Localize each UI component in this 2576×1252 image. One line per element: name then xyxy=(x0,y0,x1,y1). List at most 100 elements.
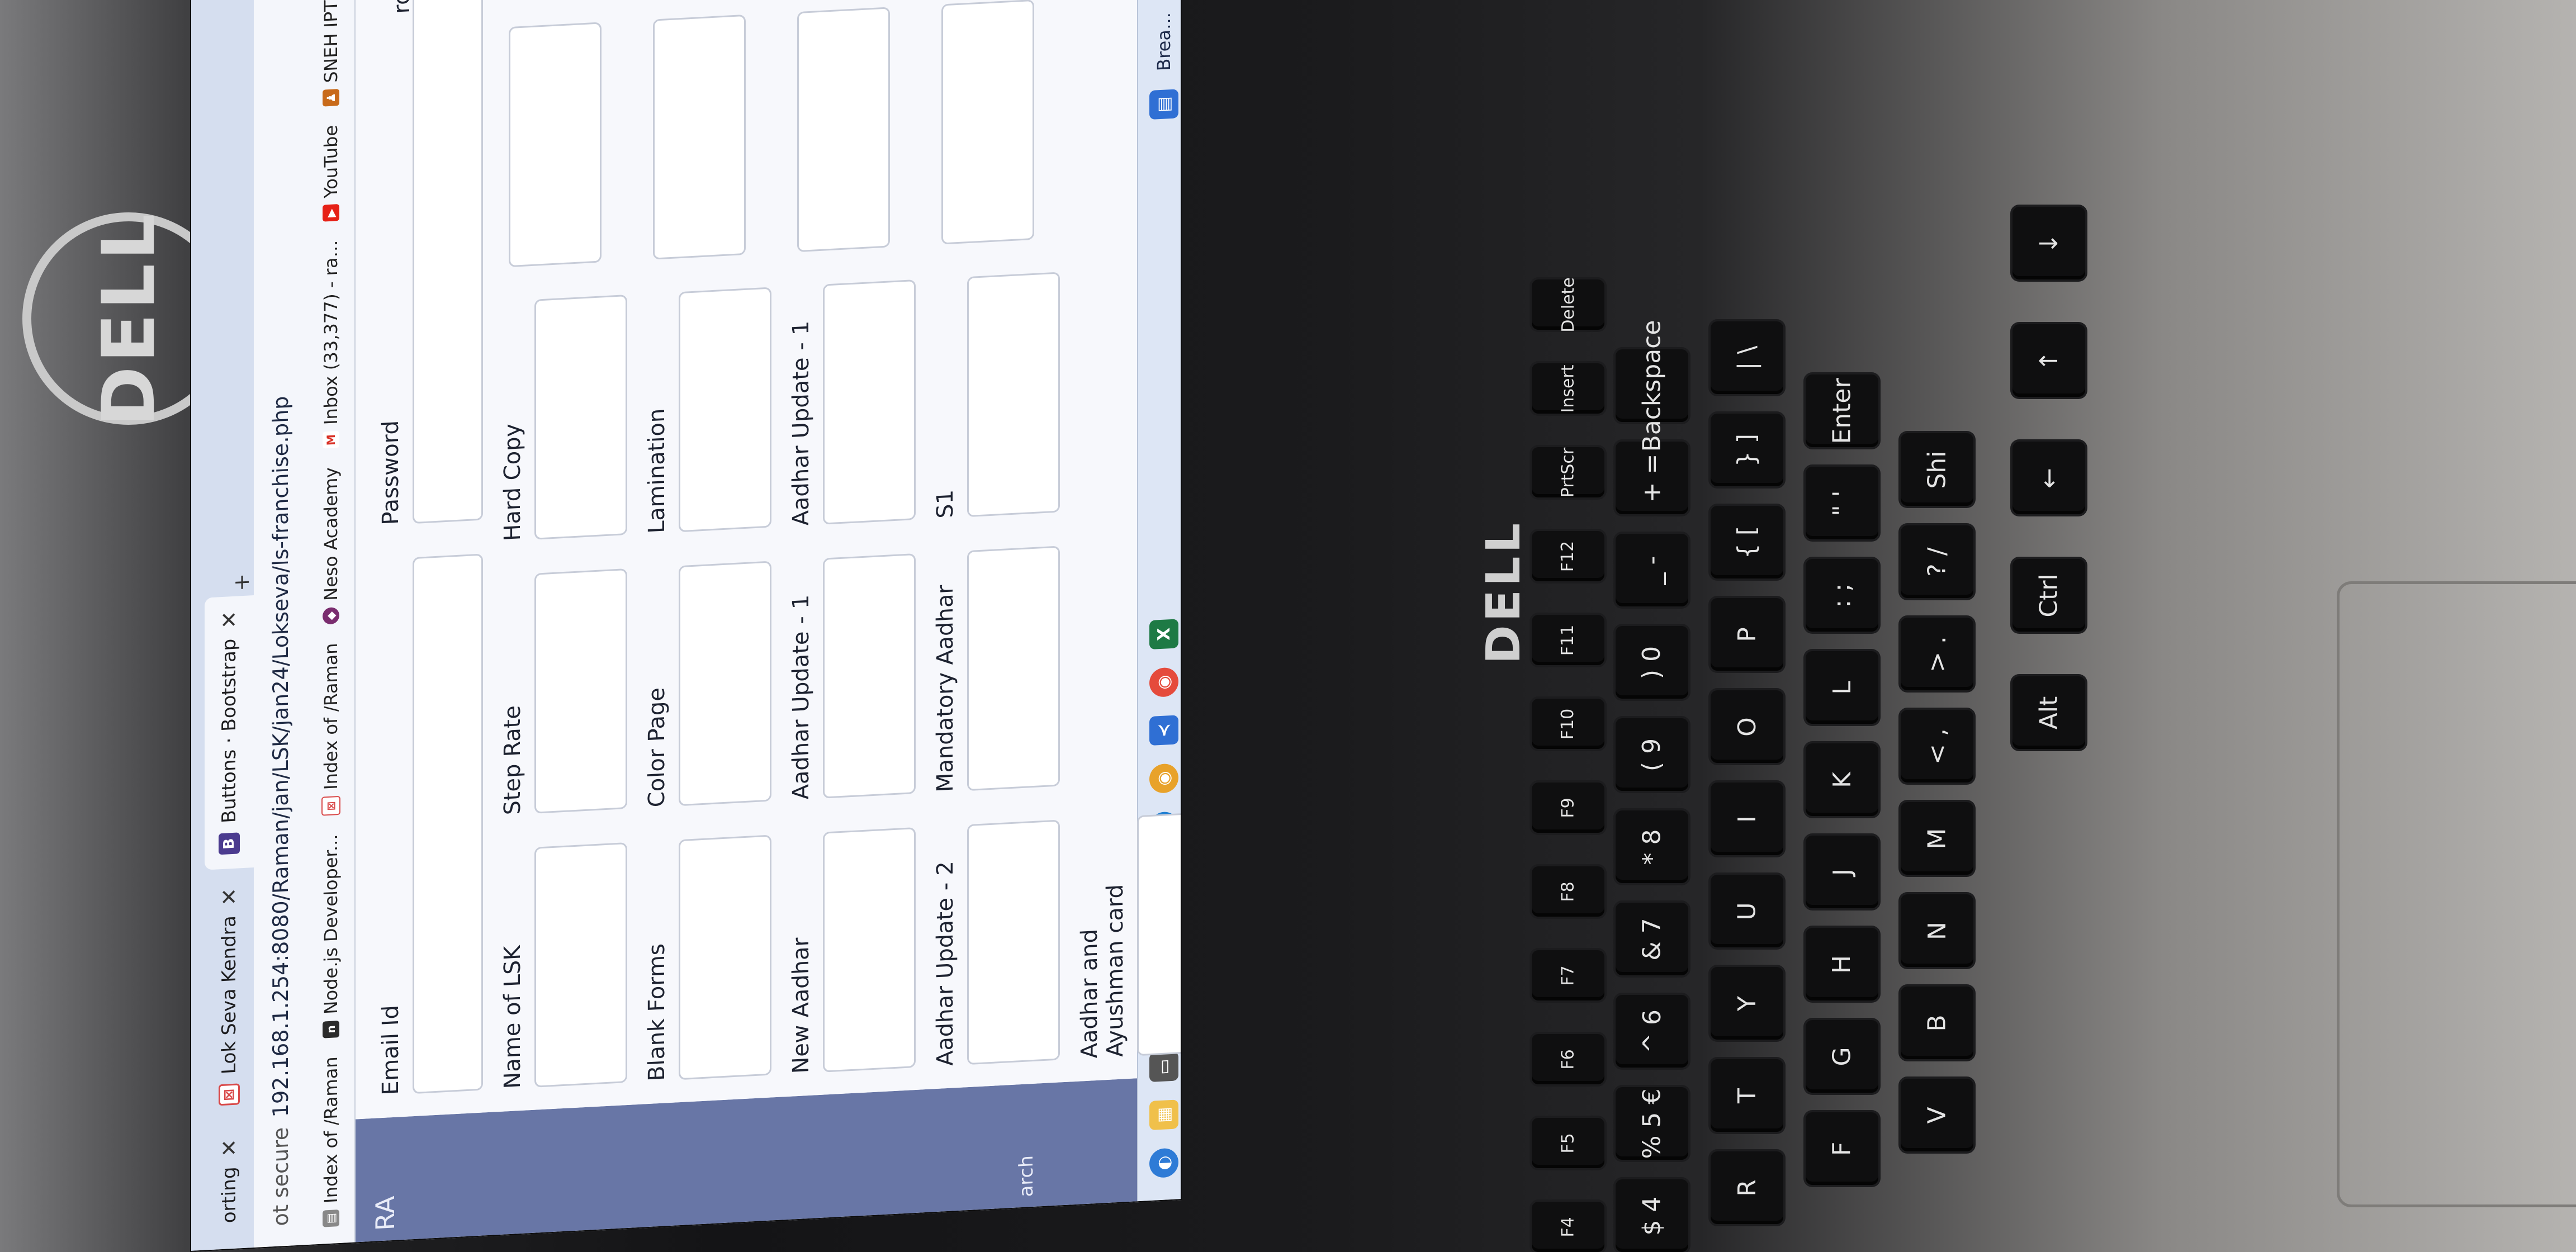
keyboard-key[interactable]: ) 0 xyxy=(1616,626,1688,699)
keyboard-key[interactable]: ↑ xyxy=(2012,324,2085,397)
task-view-icon[interactable]: ▭ xyxy=(1149,1051,1178,1083)
close-icon[interactable]: ✕ xyxy=(217,1139,242,1158)
keyboard-key[interactable]: H xyxy=(1806,928,1878,1000)
search-icon[interactable]: ◐ xyxy=(1149,1147,1178,1179)
keyboard-key[interactable]: O xyxy=(1711,690,1783,763)
touchpad[interactable] xyxy=(2337,581,2576,1207)
form-input[interactable] xyxy=(653,14,746,260)
keyboard-key[interactable]: | \ xyxy=(1711,321,1783,394)
bookmark-item[interactable]: ♟ SNEH IPTV xyxy=(320,0,342,107)
keyboard-key[interactable]: F11 xyxy=(1532,615,1604,665)
keyboard-key[interactable]: G xyxy=(1806,1020,1878,1093)
tab-lok-seva-kendra[interactable]: ⊠ Lok Seva Kendra ✕ xyxy=(205,872,254,1121)
keyboard-key[interactable]: % 5 € xyxy=(1616,1087,1688,1160)
security-indicator[interactable]: ot secure xyxy=(268,1127,293,1227)
form-input[interactable] xyxy=(823,279,916,525)
keyboard-key[interactable]: U xyxy=(1711,875,1783,947)
bookmark-item[interactable]: ◆ Neso Academy xyxy=(320,467,342,625)
keyboard-key[interactable]: F12 xyxy=(1532,531,1604,581)
bookmark-item[interactable]: M Inbox (33,377) - ra... xyxy=(320,240,342,449)
keyboard-key[interactable]: : ; xyxy=(1806,559,1878,632)
keyboard-key[interactable]: M xyxy=(1901,802,1973,875)
form-input[interactable] xyxy=(679,287,771,533)
keyboard-key[interactable]: L xyxy=(1806,651,1878,724)
form-input[interactable] xyxy=(509,22,602,268)
keyboard-key[interactable]: J xyxy=(1806,836,1878,908)
keyboard-key[interactable]: ( 9 xyxy=(1616,718,1688,791)
keyboard-key[interactable]: Ctrl xyxy=(2012,559,2085,632)
keyboard-key[interactable]: " ' xyxy=(1806,467,1878,539)
keyboard-key[interactable]: Shi xyxy=(1901,433,1973,506)
keyboard-key[interactable]: F10 xyxy=(1532,699,1604,749)
form-input[interactable] xyxy=(967,819,1060,1065)
photo-scene: DELL orting ✕ ⊠ Lok Seva Kendra ✕ B Butt… xyxy=(0,0,2576,1252)
keyboard-key[interactable]: _ - xyxy=(1616,534,1688,606)
close-icon[interactable]: ✕ xyxy=(217,887,242,906)
keyboard-key[interactable]: Enter xyxy=(1806,374,1878,447)
keyboard-key[interactable]: & 7 xyxy=(1616,903,1688,975)
form-input[interactable] xyxy=(967,272,1060,518)
keyboard-key[interactable]: Insert xyxy=(1532,363,1604,414)
keyboard-key[interactable]: F7 xyxy=(1532,950,1604,1000)
keyboard-key[interactable]: I xyxy=(1711,782,1783,855)
new-tab-button[interactable]: + xyxy=(229,573,254,592)
keyboard-key[interactable]: B xyxy=(1901,987,1973,1059)
keyboard-key[interactable]: F8 xyxy=(1532,866,1604,917)
form-input[interactable] xyxy=(679,834,771,1080)
keyboard-key[interactable]: ↓ xyxy=(2012,207,2085,279)
form-input[interactable] xyxy=(679,561,771,807)
form-input[interactable] xyxy=(823,827,916,1073)
tab-reporting[interactable]: orting ✕ xyxy=(205,1123,254,1239)
form-input[interactable] xyxy=(534,842,627,1088)
widgets-icon[interactable]: ▦ xyxy=(1149,1099,1178,1131)
keyboard-key[interactable]: ? / xyxy=(1901,525,1973,598)
keyboard-key[interactable]: V xyxy=(1901,1079,1973,1151)
form-input[interactable] xyxy=(797,7,890,253)
keyboard-key[interactable]: Y xyxy=(1711,967,1783,1040)
keyboard-key[interactable]: R xyxy=(1711,1151,1783,1224)
email-field[interactable] xyxy=(413,553,483,1094)
bookmark-item[interactable]: ▶ YouTube xyxy=(320,125,342,222)
keyboard-key[interactable]: PrtScr xyxy=(1532,447,1604,497)
keyboard-key[interactable]: F4 xyxy=(1532,1202,1604,1252)
bookmark-item[interactable]: ⊠ Index of /Raman xyxy=(320,643,342,816)
password-field-group: Password xyxy=(378,0,483,525)
bookmark-item[interactable]: n Node.js Developer... xyxy=(320,834,342,1038)
keyboard-key[interactable]: P xyxy=(1711,598,1783,671)
keyboard-key[interactable]: ^ 6 xyxy=(1616,995,1688,1068)
form-input[interactable] xyxy=(823,553,916,799)
keyboard-key[interactable]: < , xyxy=(1901,710,1973,782)
keyboard-key[interactable]: Delete xyxy=(1532,277,1604,332)
password-field[interactable] xyxy=(413,0,483,524)
url-text[interactable]: 192.168.1.254:8080/Raman/jan/LSK/jan24/L… xyxy=(268,396,293,1118)
keyboard-key[interactable]: Alt xyxy=(2012,676,2085,749)
keyboard-key[interactable]: Backspace xyxy=(1616,320,1688,452)
keyboard-key[interactable]: F6 xyxy=(1532,1034,1604,1084)
keyboard-key[interactable]: $ 4 xyxy=(1616,1179,1688,1252)
tab-buttons-bootstrap[interactable]: B Buttons · Bootstrap ✕ xyxy=(205,595,254,870)
keyboard-key[interactable]: { [ xyxy=(1711,506,1783,578)
address-bar[interactable]: ot secure 192.168.1.254:8080/Raman/jan/L… xyxy=(254,0,307,1248)
keyboard-key[interactable]: + = xyxy=(1616,442,1688,514)
keyboard-key[interactable]: F5 xyxy=(1532,1118,1604,1168)
form-input[interactable] xyxy=(941,0,1034,245)
form-field-group xyxy=(788,6,916,253)
form-input[interactable] xyxy=(534,295,627,540)
keyboard-key[interactable]: N xyxy=(1901,894,1973,967)
keyboard-key[interactable]: F9 xyxy=(1532,782,1604,833)
keyboard-key[interactable]: } ] xyxy=(1711,414,1783,486)
keyboard-key[interactable]: K xyxy=(1806,743,1878,816)
keyboard-key[interactable]: > . xyxy=(1901,618,1973,690)
close-icon[interactable]: ✕ xyxy=(217,610,242,629)
field-label: Aadhar Update - 1 xyxy=(788,320,814,527)
sidebar-search-label[interactable]: arch xyxy=(1015,1094,1038,1197)
keyboard-key[interactable]: F xyxy=(1806,1112,1878,1185)
keyboard-key[interactable]: ← xyxy=(2012,442,2085,514)
keyboard-key[interactable]: * 8 xyxy=(1616,810,1688,883)
form-input[interactable] xyxy=(534,568,627,814)
keyboard-key[interactable]: T xyxy=(1711,1059,1783,1132)
key-label: _ - xyxy=(1637,556,1666,585)
form-input[interactable] xyxy=(967,546,1060,791)
bookmark-item[interactable]: ▤ Index of /Raman xyxy=(320,1056,342,1227)
form-input[interactable] xyxy=(1137,810,1182,1056)
